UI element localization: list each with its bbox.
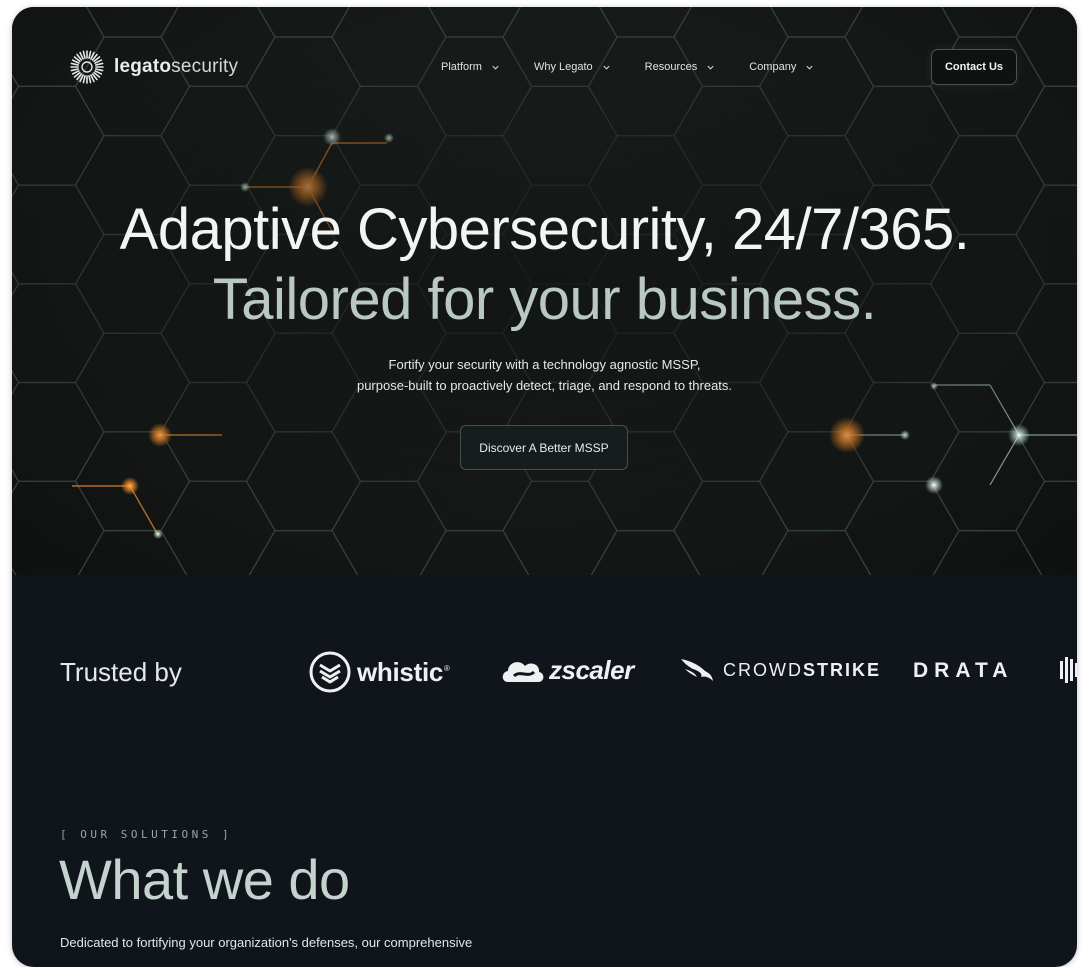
main-menu: Platform Why Legato Resources Company (441, 61, 848, 73)
solutions-title: What we do (59, 848, 350, 911)
crowdstrike-falcon-icon (681, 659, 713, 681)
hexagon-cell (1015, 480, 1077, 575)
zscaler-cloud-icon (502, 661, 544, 682)
logo-ray (82, 74, 86, 84)
logo-ray (94, 62, 104, 66)
logo-ray (70, 68, 80, 72)
crowdstrike-wordmark-bold: STRIKE (803, 659, 882, 680)
nav-item-platform[interactable]: Platform (441, 61, 500, 73)
hero-headline: Adaptive Cybersecurity, 24/7/365. (119, 197, 970, 262)
page-frame: legatosecurity Platform Why Legato Resou… (12, 7, 1077, 967)
hexagon-cell (12, 567, 17, 575)
chevron-down-icon (806, 65, 813, 70)
hexagon-cell (12, 381, 105, 482)
hexagon-cell (77, 529, 188, 575)
hexagon-cell (932, 529, 1043, 575)
chevron-down-icon (707, 65, 714, 70)
trusted-by-heading: Trusted by (60, 657, 182, 687)
nav-item-company[interactable]: Company (749, 61, 814, 73)
logo-ray (88, 74, 92, 84)
nav-item-label: Platform (441, 61, 482, 73)
chevron-down-icon (492, 65, 499, 70)
hero-description: Fortify your security with a technology … (12, 354, 1077, 396)
nav-item-label: Company (749, 61, 797, 73)
partial-logo-icon (1059, 655, 1077, 685)
hexagon-cell (160, 381, 276, 482)
whistic-wordmark: whistic (357, 656, 444, 687)
contact-us-button[interactable]: Contact Us (931, 49, 1017, 85)
nav-item-resources[interactable]: Resources (645, 61, 716, 73)
hexagon-cell (419, 529, 530, 575)
hero-section: legatosecurity Platform Why Legato Resou… (12, 7, 1077, 575)
chevron-down-icon (603, 65, 610, 70)
zscaler-wordmark: zscaler (549, 655, 634, 685)
registered-mark: ® (444, 663, 450, 673)
nav-item-label: Resources (644, 61, 698, 73)
hexagon-cell (590, 529, 701, 575)
drata-logo: DRATA (913, 659, 1014, 682)
logo-ray (70, 62, 80, 66)
legato-logo-icon (70, 50, 104, 84)
hexagon-cell (929, 431, 1046, 532)
top-navigation: legatosecurity Platform Why Legato Resou… (12, 7, 1077, 127)
hexagon-cell (12, 468, 20, 494)
hexagon-cell (331, 381, 447, 482)
hexagon-cell (245, 431, 362, 532)
whistic-logo: whistic ® (308, 650, 450, 694)
brand-logo[interactable]: legatosecurity (69, 49, 238, 85)
hexagon-cell (673, 381, 789, 482)
hero-description-line: Fortify your security with a technology … (388, 357, 701, 372)
cut-off-brand-icon (1060, 657, 1077, 683)
whistic-logo-icon (309, 651, 351, 693)
crowdstrike-wordmark-light: CROWD (723, 659, 803, 680)
hero-description-line: purpose-built to proactively detect, tri… (356, 378, 733, 393)
hexagon-cell (248, 529, 359, 575)
hexagon-cell (12, 480, 105, 575)
nav-item-why-legato[interactable]: Why Legato (534, 61, 611, 73)
solutions-description: Dedicated to fortifying your organizatio… (60, 935, 473, 950)
brand-name-bold: legato (114, 56, 172, 77)
logo-ray (88, 50, 92, 60)
brand-wordmark: legatosecurity (114, 56, 238, 78)
logo-ray (94, 68, 104, 72)
logo-ray (82, 50, 86, 60)
nav-item-label: Why Legato (533, 61, 593, 73)
brand-name-light: security (171, 56, 239, 77)
crowdstrike-logo: CROWDSTRIKE (679, 655, 881, 685)
zscaler-logo: zscaler (500, 655, 634, 686)
solutions-eyebrow: [ OUR SOLUTIONS ] (60, 828, 233, 841)
hero-subheadline: Tailored for your business. (212, 267, 877, 332)
hexagon-cell (761, 529, 872, 575)
discover-mssp-button[interactable]: Discover A Better MSSP (460, 425, 628, 470)
crowdstrike-wordmark: CROWDSTRIKE (723, 660, 881, 681)
